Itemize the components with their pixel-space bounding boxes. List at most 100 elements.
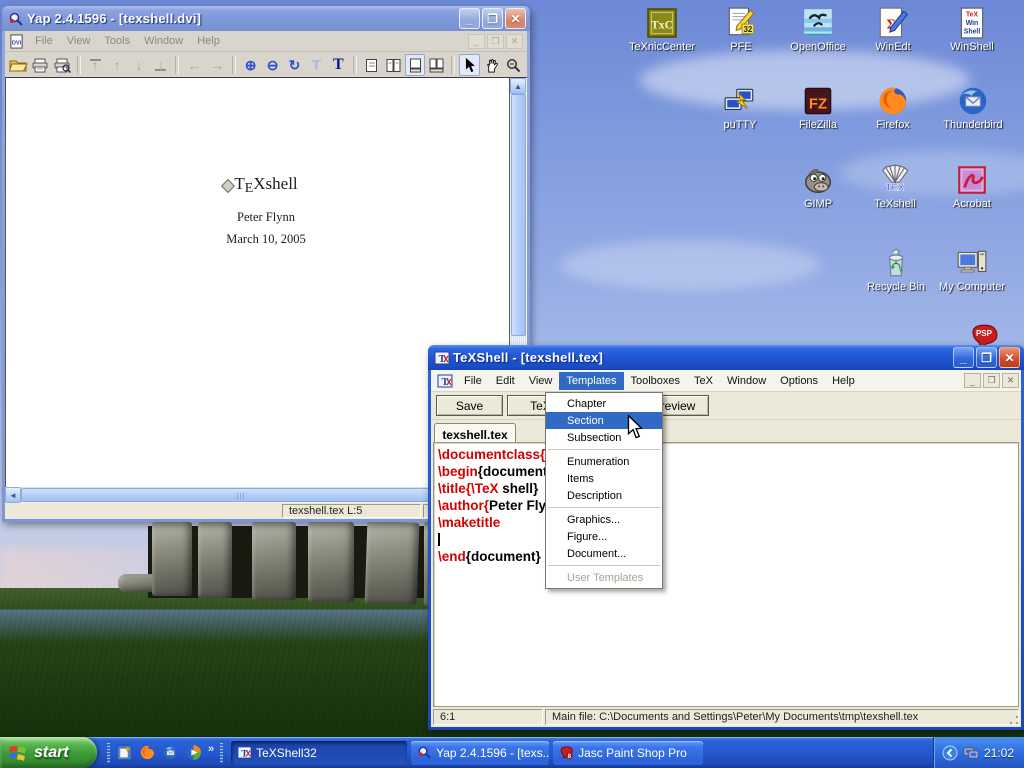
taskbar-button-jasc-paint-shop-pro[interactable]: 8Jasc Paint Shop Pro [553,741,703,765]
view-double-ruler-button[interactable] [426,54,447,76]
texshell-menubar: T FileEditViewTemplatesToolboxesTeXWindo… [431,370,1021,392]
mdi-close-button[interactable]: ✕ [506,34,523,49]
scroll-left-button[interactable]: ◄ [5,487,21,503]
zoom-in-button[interactable]: ⊕ [240,54,261,76]
taskbar-button-texshell32[interactable]: TTeXShell32 [231,741,407,765]
quicklaunch-thunderbird-icon[interactable] [162,744,179,761]
view-single-button[interactable] [361,54,382,76]
yap-toolbar: ↑↑↓↓←→⊕⊖↻TT [5,52,527,78]
desktop-icon-winedt[interactable]: Σ WinEdt [855,6,931,53]
print-preview-button[interactable] [52,54,73,76]
mdi-minimize-button[interactable]: _ [964,373,981,388]
yap-menu-file[interactable]: File [28,33,60,49]
yap-titlebar[interactable]: Yap 2.4.1596 - [texshell.dvi] _ ❐ ✕ [2,6,530,31]
yap-menu-view[interactable]: View [60,33,98,49]
quicklaunch-show-desktop-icon[interactable] [116,744,133,761]
texshell-menu-toolboxes[interactable]: Toolboxes [624,372,688,390]
menu-item-subsection[interactable]: Subsection [546,429,662,446]
yap-menu-tools[interactable]: Tools [97,33,137,49]
texshell-menu-options[interactable]: Options [773,372,825,390]
quicklaunch-firefox-icon[interactable] [139,744,156,761]
desktop-icon-gimp[interactable]: GIMP [780,163,856,210]
desktop-icon-acrobat[interactable]: Acrobat [934,163,1010,210]
open-button[interactable] [8,54,29,76]
page-next-button[interactable]: ↓ [129,54,150,76]
back-button[interactable]: ← [183,54,205,76]
view-single-ruler-button[interactable] [405,54,426,76]
forward-button[interactable]: → [206,54,228,76]
texshell-menu-templates[interactable]: Templates [559,372,623,390]
text-outline-button[interactable]: T [306,54,327,76]
texshell-menu-file[interactable]: File [457,372,489,390]
desktop-icon-texshell[interactable]: TEX TeXshell [857,163,933,210]
menu-item-description[interactable]: Description [546,487,662,504]
menu-item-chapter[interactable]: Chapter [546,395,662,412]
desktop-icon-pfe[interactable]: 32 PFE [703,6,779,53]
resize-grip[interactable] [1008,714,1020,726]
text-bold-button[interactable]: T [328,54,349,76]
taskbar-button-yap-2-4-1596-texs-[interactable]: Yap 2.4.1596 - [texs... [411,741,549,765]
scroll-thumb[interactable] [511,94,526,336]
quick-launch: » [97,737,231,768]
texshell-menu-edit[interactable]: Edit [489,372,522,390]
desktop-icon-thunderbird[interactable]: Thunderbird [935,84,1011,131]
toolbar-grip[interactable] [107,743,110,763]
texshell-menu-help[interactable]: Help [825,372,862,390]
scroll-thumb[interactable] [21,488,461,502]
texshell-maximize-button[interactable]: ❐ [976,347,997,368]
save-button[interactable]: Save [436,395,503,416]
yap-menu-help[interactable]: Help [190,33,227,49]
menu-item-figure-[interactable]: Figure... [546,528,662,545]
start-button[interactable]: start [0,737,97,768]
desktop-icon-recycle-bin[interactable]: Recycle Bin [858,246,934,293]
desktop-icon-firefox[interactable]: Firefox [855,84,931,131]
yap-maximize-button[interactable]: ❐ [482,8,503,29]
source-position-marker [221,179,235,193]
toolbar-grip[interactable] [220,743,223,763]
view-continuous-button[interactable] [383,54,404,76]
menu-item-enumeration[interactable]: Enumeration [546,453,662,470]
mdi-close-button[interactable]: ✕ [1002,373,1019,388]
mdi-restore-button[interactable]: ❐ [487,34,504,49]
page-first-button[interactable]: ↑ [85,54,106,76]
system-tray: 21:02 [933,737,1024,768]
texshell-menu-view[interactable]: View [522,372,560,390]
desktop-icon-texniccenter[interactable]: TxC TeXnicCenter [624,6,700,53]
desktop-icon-filezilla[interactable]: FZ FileZilla [780,84,856,131]
mdi-restore-button[interactable]: ❐ [983,373,1000,388]
menu-item-section[interactable]: Section [546,412,662,429]
texshell-menu-window[interactable]: Window [720,372,773,390]
texshell-editor[interactable]: \documentclass{\begin{document}\title{\T… [433,442,1019,707]
yap-close-button[interactable]: ✕ [505,8,526,29]
zoom-out-button[interactable]: ⊖ [262,54,283,76]
menu-item-document-[interactable]: Document... [546,545,662,562]
tool-pointer-button[interactable] [459,54,480,76]
desktop-icon-label: Firefox [855,119,931,131]
yap-minimize-button[interactable]: _ [459,8,480,29]
texshell-toolbar: SaveTeXPreview [431,392,1021,420]
scroll-up-button[interactable]: ▲ [510,78,526,94]
tool-hand-button[interactable] [481,54,502,76]
print-button[interactable] [30,54,51,76]
tray-collapse-chevron-icon[interactable] [942,745,958,761]
texshell-menu-tex[interactable]: TeX [687,372,720,390]
tool-zoom-button[interactable] [503,54,524,76]
desktop-icon-openoffice[interactable]: OpenOffice [780,6,856,53]
texshell-minimize-button[interactable]: _ [953,347,974,368]
desktop-icon-putty[interactable]: puTTY [702,84,778,131]
overflow-chevron-icon[interactable]: » [208,743,214,755]
page-prev-button[interactable]: ↑ [107,54,128,76]
desktop-icon-winshell[interactable]: TeXWinShell WinShell [934,6,1010,53]
texshell-titlebar[interactable]: T TeXShell - [texshell.tex] _ ❐ ✕ [428,345,1024,370]
refresh-button[interactable]: ↻ [284,54,305,76]
network-status-icon[interactable] [963,745,979,761]
texshell-close-button[interactable]: ✕ [999,347,1020,368]
quicklaunch-media-player-icon[interactable] [185,744,202,761]
page-last-button[interactable]: ↓ [151,54,172,76]
menu-item-items[interactable]: Items [546,470,662,487]
stonehenge-stone [365,521,420,605]
menu-item-graphics-[interactable]: Graphics... [546,511,662,528]
desktop-icon-my-computer[interactable]: My Computer [934,246,1010,293]
yap-menu-window[interactable]: Window [137,33,190,49]
mdi-minimize-button[interactable]: _ [468,34,485,49]
